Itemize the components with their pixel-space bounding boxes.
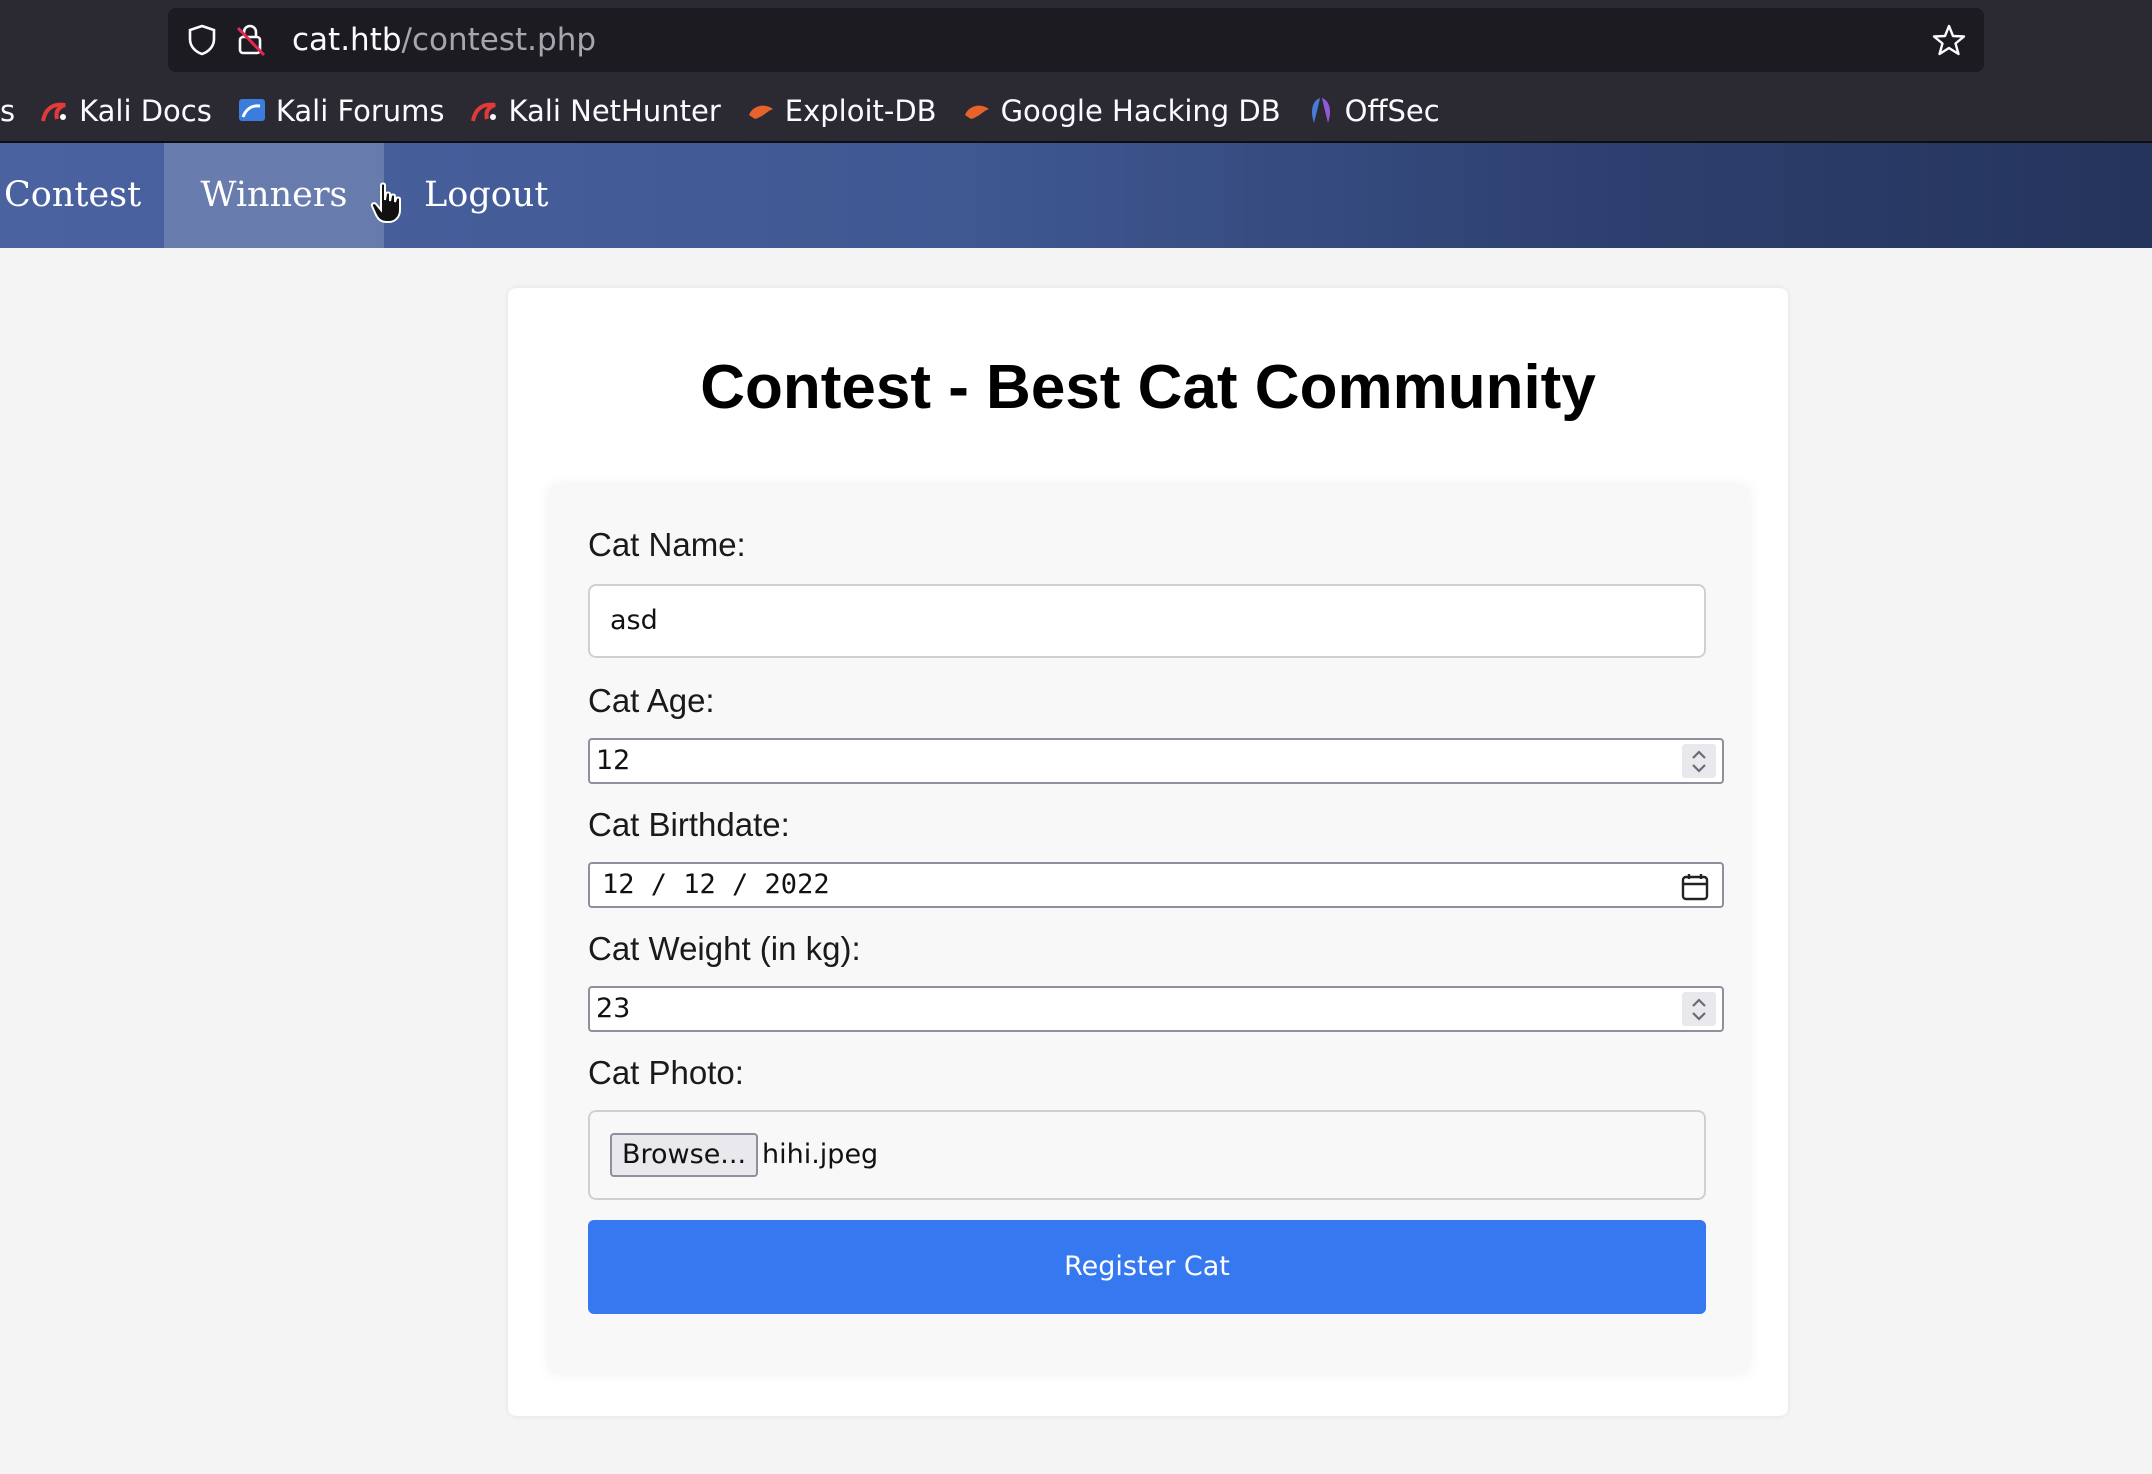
bookmark-label: Google Hacking DB [1000, 94, 1281, 128]
bookmark-kali-docs[interactable]: Kali Docs [39, 94, 212, 128]
bookmark-label: Exploit-DB [784, 94, 937, 128]
url-bar[interactable]: cat.htb/contest.php [168, 8, 1984, 72]
cat-age-label: Cat Age: [588, 682, 715, 719]
number-spinner-icon[interactable] [1682, 744, 1716, 778]
cat-birthdate-input[interactable]: 12 / 12 / 2022 [588, 862, 1724, 908]
cat-name-label: Cat Name: [588, 526, 746, 563]
bookmark-label: Kali Docs [79, 94, 212, 128]
exploit-db-icon [745, 95, 777, 127]
cat-weight-label: Cat Weight (in kg): [588, 930, 861, 967]
browser-chrome: cat.htb/contest.php s Kali Docs Kali For… [0, 0, 2152, 143]
exploit-db-icon [961, 95, 993, 127]
bookmark-exploit-db[interactable]: Exploit-DB [745, 94, 937, 128]
bookmark-partial[interactable]: s [0, 94, 15, 128]
page-title: Contest - Best Cat Community [700, 353, 1596, 422]
bookmarks-toolbar: s Kali Docs Kali Forums Kali NetHunter E… [0, 86, 2152, 136]
browse-button[interactable]: Browse... [610, 1133, 759, 1177]
kali-dragon-icon [469, 95, 501, 127]
hand-pointer-cursor-icon [370, 182, 404, 229]
url-text[interactable]: cat.htb/contest.php [292, 8, 596, 72]
offsec-icon [1305, 95, 1337, 127]
bookmark-kali-forums[interactable]: Kali Forums [236, 94, 445, 128]
cat-birthdate-label: Cat Birthdate: [588, 806, 790, 843]
kali-dragon-icon [39, 95, 71, 127]
cat-age-value: 12 [596, 745, 631, 776]
bookmark-kali-nethunter[interactable]: Kali NetHunter [469, 94, 721, 128]
cat-weight-input[interactable]: 23 [588, 986, 1724, 1032]
register-cat-form: Cat Name: asd Cat Age: 12 Cat Birthdate:… [548, 484, 1750, 1374]
bookmark-label: s [0, 94, 16, 128]
cat-name-input[interactable]: asd [588, 584, 1706, 658]
tracking-protection-shield-icon[interactable] [186, 23, 218, 62]
bookmark-label: Kali Forums [275, 94, 445, 128]
url-path: /contest.php [401, 22, 597, 58]
cat-birthdate-value: 12 / 12 / 2022 [602, 869, 830, 900]
url-host: cat.htb [292, 22, 402, 58]
bookmark-label: Kali NetHunter [508, 94, 721, 128]
insecure-lock-icon[interactable] [234, 22, 268, 63]
bookmark-offsec[interactable]: OffSec [1305, 94, 1440, 128]
calendar-icon[interactable] [1680, 872, 1710, 915]
cat-age-input[interactable]: 12 [588, 738, 1724, 784]
cat-photo-label: Cat Photo: [588, 1054, 744, 1091]
nav-link-winners[interactable]: Winners [164, 143, 384, 248]
site-navbar: Contest Winners Logout [0, 143, 2152, 248]
bookmark-star-icon[interactable] [1932, 23, 1966, 62]
selected-filename: hihi.jpeg [762, 1139, 879, 1170]
register-cat-button[interactable]: Register Cat [588, 1220, 1706, 1314]
nav-link-logout[interactable]: Logout [424, 143, 548, 248]
nav-link-contest[interactable]: Contest [0, 143, 168, 248]
contest-card: Contest - Best Cat Community Cat Name: a… [508, 288, 1788, 1416]
bookmark-google-hacking-db[interactable]: Google Hacking DB [961, 94, 1281, 128]
cat-weight-value: 23 [596, 993, 631, 1024]
number-spinner-icon[interactable] [1682, 992, 1716, 1026]
cat-photo-input[interactable]: Browse... hihi.jpeg [588, 1110, 1706, 1200]
kali-forums-icon [236, 95, 268, 127]
bookmark-label: OffSec [1344, 94, 1440, 128]
